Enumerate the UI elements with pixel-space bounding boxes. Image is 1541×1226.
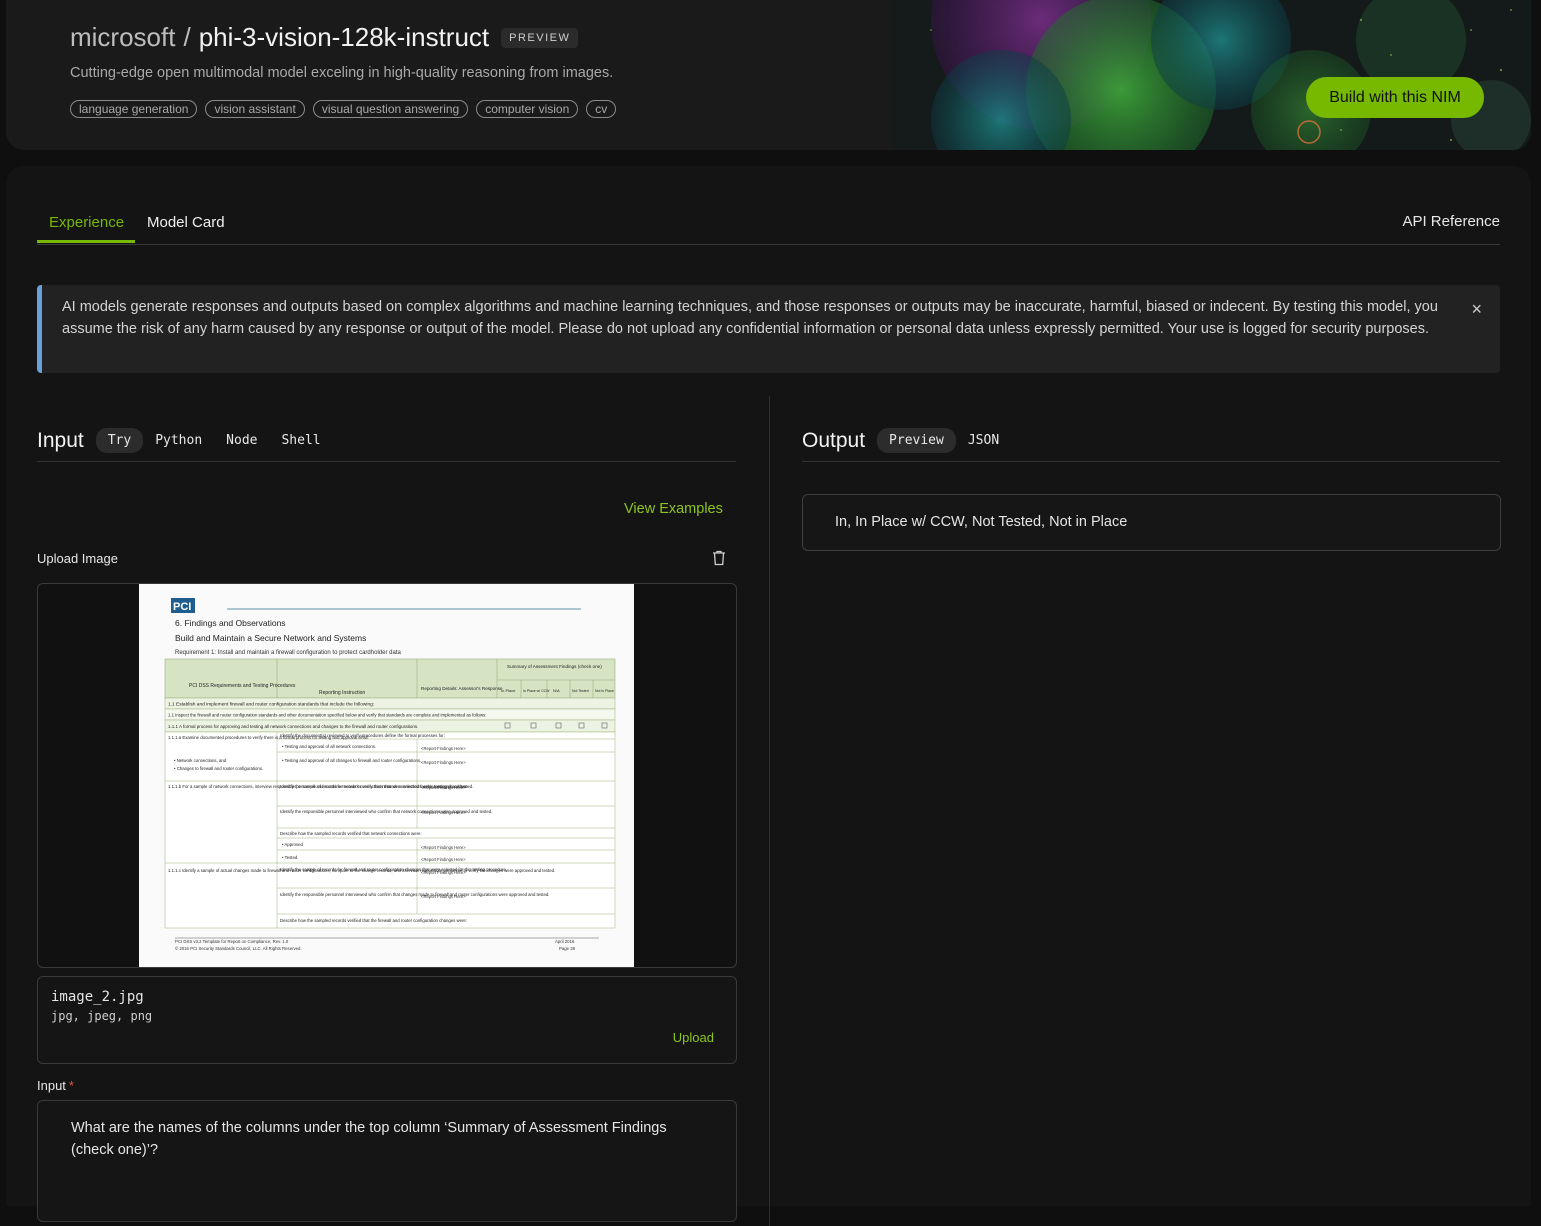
required-marker: *	[68, 1078, 74, 1093]
doc-footer-template: PCI DSS v3.2 Template for Report on Comp…	[175, 939, 289, 944]
page-title: microsoft / phi-3-vision-128k-instruct P…	[70, 22, 579, 53]
doc-summary-col-ccw: In Place w/ CCW	[523, 689, 550, 693]
pci-logo-text: PCI	[173, 601, 191, 613]
doc-findings-placeholder: <Report Findings Here>	[421, 894, 466, 899]
input-header: Input Try Python Node Shell	[37, 428, 333, 453]
input-title: Input	[37, 428, 84, 452]
doc-cell-network-connections: • Network connections, and	[174, 758, 227, 763]
disclaimer-text: AI models generate responses and outputs…	[62, 299, 1438, 337]
doc-footer-date: April 2016	[555, 939, 575, 944]
model-tags: language generation vision assistant vis…	[70, 100, 617, 118]
output-mode-preview[interactable]: Preview	[877, 428, 956, 453]
doc-footer-copyright: © 2016 PCI Security Standards Council, L…	[175, 946, 302, 951]
active-tab-indicator	[37, 240, 135, 243]
build-with-nim-button[interactable]: Build with this NIM	[1306, 77, 1484, 118]
doc-findings-placeholder: <Report Findings Here>	[421, 746, 466, 751]
doc-cell-changes: • Changes to firewall and router configu…	[174, 766, 263, 771]
tag-language-generation[interactable]: language generation	[70, 100, 198, 118]
output-panel: In, In Place w/ CCW, Not Tested, Not in …	[802, 494, 1501, 551]
main-panel: Experience Model Card API Reference AI m…	[6, 166, 1531, 1226]
mode-node[interactable]: Node	[214, 428, 269, 453]
tag-vision-assistant[interactable]: vision assistant	[205, 100, 305, 118]
output-header-rule	[802, 461, 1500, 462]
tab-model-card[interactable]: Model Card	[147, 214, 225, 231]
doc-findings-placeholder: <Report Findings Here>	[421, 845, 466, 850]
column-divider	[769, 396, 770, 1226]
mode-python[interactable]: Python	[143, 428, 214, 453]
mode-try[interactable]: Try	[95, 428, 144, 453]
doc-row-1-1: 1.1 Establish and implement firewall and…	[168, 702, 374, 708]
doc-findings-placeholder: <Report Findings Here>	[421, 810, 466, 815]
prompt-label: Input *	[37, 1078, 74, 1093]
model-name: phi-3-vision-128k-instruct	[198, 22, 490, 52]
doc-mid-sample-changes: Identify the sample of records for firew…	[280, 867, 507, 872]
upload-button[interactable]: Upload	[673, 1030, 714, 1045]
output-title: Output	[802, 428, 866, 452]
upload-image-label: Upload Image	[37, 551, 118, 566]
doc-col-details: Reporting Details: Assessor's Response	[421, 686, 503, 691]
doc-findings-placeholder: <Report Findings Here>	[421, 857, 466, 862]
prompt-textarea[interactable]: What are the names of the columns under …	[37, 1100, 737, 1222]
tab-bar: Experience Model Card API Reference	[37, 210, 1500, 245]
doc-mid-describe-changes: Describe how the sampled records verifie…	[280, 918, 467, 923]
doc-section: 6. Findings and Observations	[175, 618, 286, 628]
output-text: In, In Place w/ CCW, Not Tested, Not in …	[835, 514, 1128, 530]
uploaded-document-image: PCI 6. Findings and Observations Build a…	[139, 584, 634, 967]
doc-row-1-1-1: 1.1.1 A formal process for approving and…	[168, 724, 418, 729]
close-icon[interactable]: ×	[1471, 299, 1482, 320]
doc-footer-page: Page 28	[559, 946, 576, 951]
doc-mid-testing-changes: • Testing and approval of all changes to…	[282, 758, 421, 763]
view-examples-link[interactable]: View Examples	[624, 501, 723, 517]
doc-mid-testing-network: • Testing and approval of all network co…	[282, 744, 376, 749]
title-separator: /	[183, 22, 191, 52]
doc-mid-describe-network: Describe how the sampled records verifie…	[280, 831, 422, 836]
tag-cv[interactable]: cv	[586, 100, 617, 118]
doc-summary-col-na: N/A	[553, 688, 560, 693]
doc-row-1-1-inspect: 1.1 Inspect the firewall and router conf…	[168, 713, 486, 718]
doc-heading: Build and Maintain a Secure Network and …	[175, 633, 366, 643]
doc-findings-placeholder: <Report Findings Here>	[421, 760, 466, 765]
hero-fade	[706, 0, 966, 150]
image-preview[interactable]: PCI 6. Findings and Observations Build a…	[37, 583, 737, 968]
prompt-label-text: Input	[37, 1078, 66, 1093]
doc-col-requirements: PCI DSS Requirements and Testing Procedu…	[189, 683, 296, 689]
doc-summary-col-not-in-place: Not in Place	[595, 689, 614, 693]
api-reference-link[interactable]: API Reference	[1402, 213, 1500, 230]
prompt-text[interactable]: What are the names of the columns under …	[71, 1117, 711, 1161]
doc-findings-placeholder: <Report Findings Here>	[421, 785, 466, 790]
org-name[interactable]: microsoft	[70, 22, 175, 53]
tab-experience[interactable]: Experience	[49, 214, 124, 231]
trash-icon[interactable]	[712, 550, 726, 566]
doc-col-instruction: Reporting Instruction	[319, 690, 365, 696]
output-header: Output Preview JSON	[802, 428, 1011, 453]
model-description: Cutting-edge open multimodal model excel…	[70, 65, 614, 81]
doc-mid-approved: • Approved	[282, 842, 303, 847]
tag-computer-vision[interactable]: computer vision	[476, 100, 579, 118]
output-mode-json[interactable]: JSON	[956, 428, 1011, 453]
doc-requirement: Requirement 1: Install and maintain a fi…	[175, 650, 401, 656]
model-header: microsoft / phi-3-vision-128k-instruct P…	[6, 0, 1531, 150]
doc-findings-placeholder: <Report Findings Here>	[421, 870, 466, 875]
doc-mid-identify-docs: Identify the document(s) reviewed to ver…	[280, 733, 445, 738]
preview-badge: PREVIEW	[501, 27, 579, 48]
doc-mid-tested: • Tested	[282, 855, 298, 860]
file-name: image_2.jpg	[51, 989, 144, 1005]
mode-shell[interactable]: Shell	[269, 428, 332, 453]
file-dropzone[interactable]: image_2.jpg jpg, jpeg, png Upload	[37, 976, 737, 1064]
doc-summary-col-not-tested: Not Tested	[572, 689, 589, 693]
tag-visual-question-answering[interactable]: visual question answering	[312, 100, 469, 118]
disclaimer-banner: AI models generate responses and outputs…	[37, 285, 1500, 373]
doc-mid-personnel-changes: Identify the responsible personnel inter…	[280, 892, 549, 897]
doc-summary-col-in-place: In Place	[501, 688, 516, 693]
doc-summary-header: Summary of Assessment Findings (check on…	[507, 664, 602, 669]
hero-banner-art	[891, 0, 1531, 150]
accepted-file-types: jpg, jpeg, png	[51, 1009, 153, 1023]
input-header-rule	[37, 461, 736, 462]
